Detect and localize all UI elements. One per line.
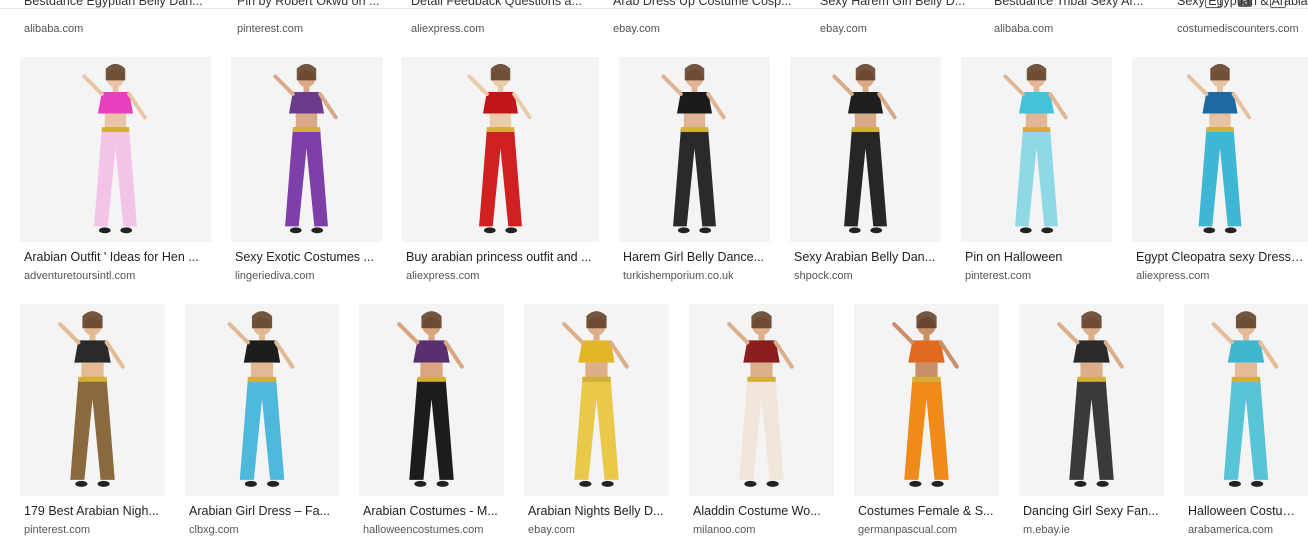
result-card[interactable]: Arabian Outfit ' Ideas for Hen ... advent… — [20, 57, 211, 284]
result-thumbnail[interactable] — [1132, 57, 1308, 242]
result-card-top[interactable]: Pin by Robert Okwu on ... pinterest.com — [237, 0, 393, 38]
result-title[interactable]: Egypt Cleopatra sexy Dress La — [1136, 250, 1304, 264]
result-card-top[interactable]: Arab Dress Up Costume Cosp... ebay.com — [613, 0, 802, 38]
result-title[interactable]: Buy arabian princess outfit and ... — [406, 250, 595, 264]
result-title[interactable]: Pin by Robert Okwu on ... — [237, 0, 393, 10]
result-title[interactable]: Arabian Costumes - M... — [363, 504, 500, 518]
result-card[interactable]: Arabian Girl Dress – Fa... clbxg.com — [185, 304, 339, 538]
result-title[interactable]: Halloween Costumes — [1188, 504, 1304, 518]
result-source[interactable]: ebay.com — [528, 524, 665, 536]
result-source[interactable]: pinterest.com — [237, 23, 393, 35]
result-thumbnail[interactable] — [20, 304, 165, 496]
result-title[interactable]: Arabian Nights Belly D... — [528, 504, 665, 518]
result-title[interactable]: Costumes Female & S... — [858, 504, 995, 518]
result-source[interactable]: adventuretoursintl.com — [24, 270, 207, 282]
result-title[interactable]: Arab Dress Up Costume Cosp... — [613, 0, 802, 10]
result-card[interactable]: Dancing Girl Sexy Fan... m.ebay.ie — [1019, 304, 1164, 538]
result-title[interactable]: Detail Feedback Questions a... — [411, 0, 595, 10]
result-card-top[interactable]: Sexy Egyptian & Arabia costumediscounters… — [1177, 0, 1308, 38]
result-source[interactable]: aliexpress.com — [406, 270, 595, 282]
result-title[interactable]: Sexy Egyptian & Arabia — [1177, 0, 1308, 10]
result-source[interactable]: turkishemporium.co.uk — [623, 270, 766, 282]
result-card-top[interactable]: Bestdance Egyptian Belly Dan... alibaba.c… — [24, 0, 219, 38]
result-source[interactable]: halloweencostumes.com — [363, 524, 500, 536]
result-source[interactable]: shpock.com — [794, 270, 937, 282]
result-source[interactable]: alibaba.com — [24, 23, 219, 35]
result-card-top[interactable]: Sexy Harem Girl Belly D... ebay.com — [820, 0, 976, 38]
result-source[interactable]: pinterest.com — [965, 270, 1108, 282]
result-source[interactable]: costumediscounters.com — [1177, 23, 1308, 35]
result-card[interactable]: Sexy Exotic Costumes ... lingeriediva.com — [231, 57, 382, 284]
result-title[interactable]: Sexy Arabian Belly Dan... — [794, 250, 937, 264]
result-source[interactable]: m.ebay.ie — [1023, 524, 1160, 536]
result-card[interactable]: Arabian Nights Belly D... ebay.com — [524, 304, 669, 538]
result-title[interactable]: Sexy Harem Girl Belly D... — [820, 0, 976, 10]
result-source[interactable]: aliexpress.com — [411, 23, 595, 35]
result-thumbnail[interactable] — [689, 304, 834, 496]
result-source[interactable]: ebay.com — [820, 23, 976, 35]
result-title[interactable]: Bestdance Tribal Sexy Ar... — [994, 0, 1159, 10]
result-source[interactable]: ebay.com — [613, 23, 802, 35]
result-title[interactable]: 179 Best Arabian Nigh... — [24, 504, 161, 518]
result-card[interactable]: Sexy Arabian Belly Dan... shpock.com — [790, 57, 941, 284]
result-thumbnail[interactable] — [1184, 304, 1308, 496]
result-thumbnail[interactable] — [359, 304, 504, 496]
result-card[interactable]: Aladdin Costume Wo... milanoo.com — [689, 304, 834, 538]
result-card[interactable]: Costumes Female & S... germanpascual.com — [854, 304, 999, 538]
result-thumbnail[interactable] — [961, 57, 1112, 242]
result-title[interactable]: Arabian Outfit ' Ideas for Hen ... — [24, 250, 207, 264]
result-thumbnail[interactable] — [854, 304, 999, 496]
result-card[interactable]: Arabian Costumes - M... halloweencostumes… — [359, 304, 504, 538]
result-card[interactable]: Halloween Costumes arabamerica.com — [1184, 304, 1308, 538]
result-source[interactable]: lingeriediva.com — [235, 270, 378, 282]
result-thumbnail[interactable] — [790, 57, 941, 242]
result-title[interactable]: Bestdance Egyptian Belly Dan... — [24, 0, 219, 10]
result-source[interactable]: milanoo.com — [693, 524, 830, 536]
result-card[interactable]: Buy arabian princess outfit and ... aliex… — [402, 57, 599, 284]
result-source[interactable]: aliexpress.com — [1136, 270, 1304, 282]
result-source[interactable]: germanpascual.com — [858, 524, 995, 536]
result-source[interactable]: clbxg.com — [189, 524, 335, 536]
result-thumbnail[interactable] — [231, 57, 382, 242]
result-card[interactable]: Harem Girl Belly Dance... turkishemporium… — [619, 57, 770, 284]
result-source[interactable]: pinterest.com — [24, 524, 161, 536]
result-title[interactable]: Pin on Halloween — [965, 250, 1108, 264]
result-thumbnail[interactable] — [185, 304, 339, 496]
result-title[interactable]: Aladdin Costume Wo... — [693, 504, 830, 518]
result-thumbnail[interactable] — [619, 57, 770, 242]
result-title[interactable]: Arabian Girl Dress – Fa... — [189, 504, 335, 518]
result-source[interactable]: arabamerica.com — [1188, 524, 1304, 536]
result-thumbnail[interactable] — [402, 57, 599, 242]
result-title[interactable]: Sexy Exotic Costumes ... — [235, 250, 378, 264]
result-thumbnail[interactable] — [20, 57, 211, 242]
result-card-top[interactable]: Bestdance Tribal Sexy Ar... alibaba.com — [994, 0, 1159, 38]
result-thumbnail[interactable] — [1019, 304, 1164, 496]
result-card[interactable]: Pin on Halloween pinterest.com — [961, 57, 1112, 284]
result-card[interactable]: 179 Best Arabian Nigh... pinterest.com — [20, 304, 165, 538]
result-thumbnail[interactable] — [524, 304, 669, 496]
result-source[interactable]: alibaba.com — [994, 23, 1159, 35]
result-title[interactable]: Dancing Girl Sexy Fan... — [1023, 504, 1160, 518]
result-card[interactable]: Egypt Cleopatra sexy Dress La aliexpress.… — [1132, 57, 1308, 284]
result-title[interactable]: Harem Girl Belly Dance... — [623, 250, 766, 264]
result-card-top[interactable]: Detail Feedback Questions a... aliexpress… — [411, 0, 595, 38]
